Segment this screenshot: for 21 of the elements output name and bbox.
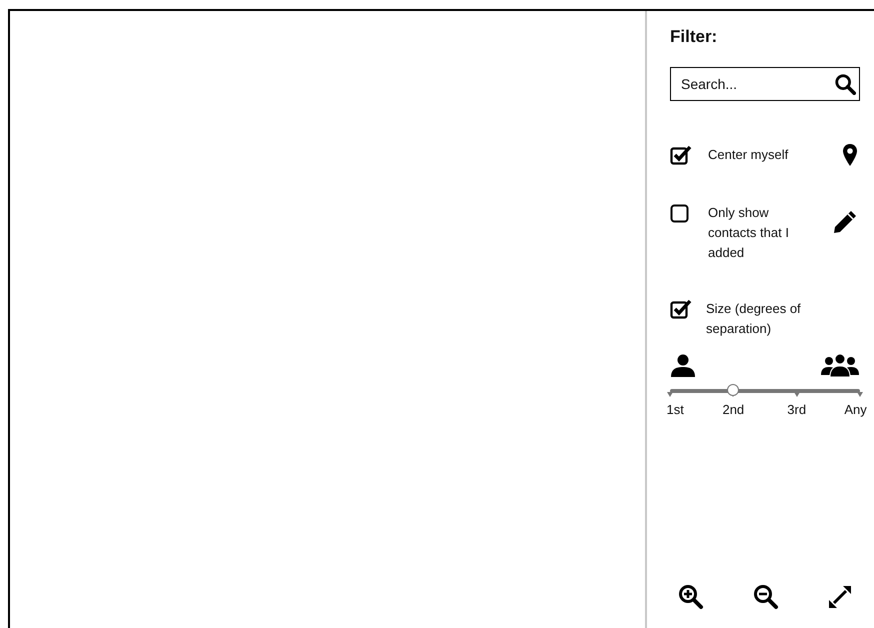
person-icon: [670, 353, 696, 377]
filter-title: Filter:: [670, 27, 718, 47]
slider-thumb[interactable]: [727, 384, 740, 396]
stop-label: 2nd: [722, 402, 744, 417]
stop-label: 3rd: [787, 402, 806, 417]
expand-icon[interactable]: [827, 584, 853, 610]
size-slider[interactable]: [670, 385, 860, 399]
option-label: Only show contacts that I added: [708, 204, 790, 262]
stop-label: 1st: [666, 402, 684, 417]
pencil-icon[interactable]: [832, 209, 858, 235]
search-icon[interactable]: [834, 73, 856, 95]
checkbox[interactable]: [670, 145, 692, 165]
zoom-in-icon[interactable]: [678, 584, 704, 610]
zoom-out-icon[interactable]: [752, 584, 778, 610]
group-icon: [820, 353, 860, 377]
stop-label: Any: [844, 402, 867, 417]
map-pin-icon[interactable]: [842, 143, 858, 167]
search-field[interactable]: Search...: [670, 67, 860, 101]
option-label: Center myself: [708, 146, 788, 164]
option-label: Size (degrees of separation): [706, 300, 802, 338]
checkbox[interactable]: [670, 299, 692, 319]
